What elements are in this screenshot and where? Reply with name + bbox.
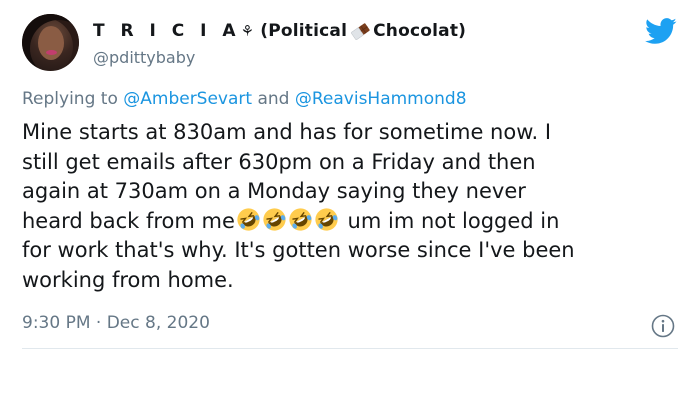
rolling-on-floor-laughing-emoji-icon	[237, 207, 260, 231]
avatar[interactable]	[22, 14, 79, 71]
divider	[22, 348, 678, 349]
flower-glyph: ⚘	[240, 22, 255, 40]
tweet-time: 9:30 PM	[22, 313, 91, 333]
user-handle[interactable]: @pdittybaby	[93, 48, 195, 67]
tweet-card: T R I C I A ⚘ (Political Chocolat) @pdit…	[0, 0, 700, 403]
tweet-timestamp[interactable]: 9:30 PM · Dec 8, 2020	[22, 313, 210, 333]
tweet-text-line: Mine starts at 830am and has for sometim…	[22, 120, 552, 144]
reply-user-link-2[interactable]: @ReavisHammond8	[295, 89, 467, 109]
reply-user-link-1[interactable]: @AmberSevart	[123, 89, 252, 109]
tweet-text: Mine starts at 830am and has for sometim…	[22, 118, 682, 295]
timestamp-separator: ·	[95, 313, 102, 333]
replying-and: and	[257, 89, 290, 109]
tweet-text-line: again at 730am on a Monday saying they n…	[22, 179, 526, 203]
tweet-text-line: working from home.	[22, 267, 234, 292]
rolling-on-floor-laughing-emoji-icon	[263, 207, 286, 231]
tweet-text-line: still get emails after 630pm on a Friday…	[22, 149, 536, 174]
info-icon[interactable]	[651, 314, 675, 338]
emoji-group	[236, 207, 340, 232]
twitter-bird-icon[interactable]	[645, 18, 677, 45]
display-name[interactable]: T R I C I A ⚘ (Political Chocolat)	[93, 21, 466, 41]
display-name-open: (Political	[260, 21, 348, 41]
tweet-date: Dec 8, 2020	[106, 313, 210, 333]
tweet-text-line-emoji: heard back from me um im not logged in	[22, 207, 682, 237]
avatar-hair	[22, 14, 79, 71]
replying-prefix: Replying to	[22, 89, 118, 109]
replying-to: Replying to @AmberSevart and @ReavisHamm…	[22, 89, 467, 109]
tweet-text-segment: um im not logged in	[340, 208, 560, 233]
display-name-prefix: T R I C I A	[93, 21, 241, 41]
tweet-text-line: for work that's why. It's gotten worse s…	[22, 238, 575, 262]
chocolate-bar-icon	[351, 22, 370, 40]
rolling-on-floor-laughing-emoji-icon	[289, 207, 312, 231]
tweet-text-segment: heard back from me	[22, 208, 235, 233]
rolling-on-floor-laughing-emoji-icon	[315, 207, 338, 231]
display-name-close: Chocolat)	[373, 21, 467, 41]
